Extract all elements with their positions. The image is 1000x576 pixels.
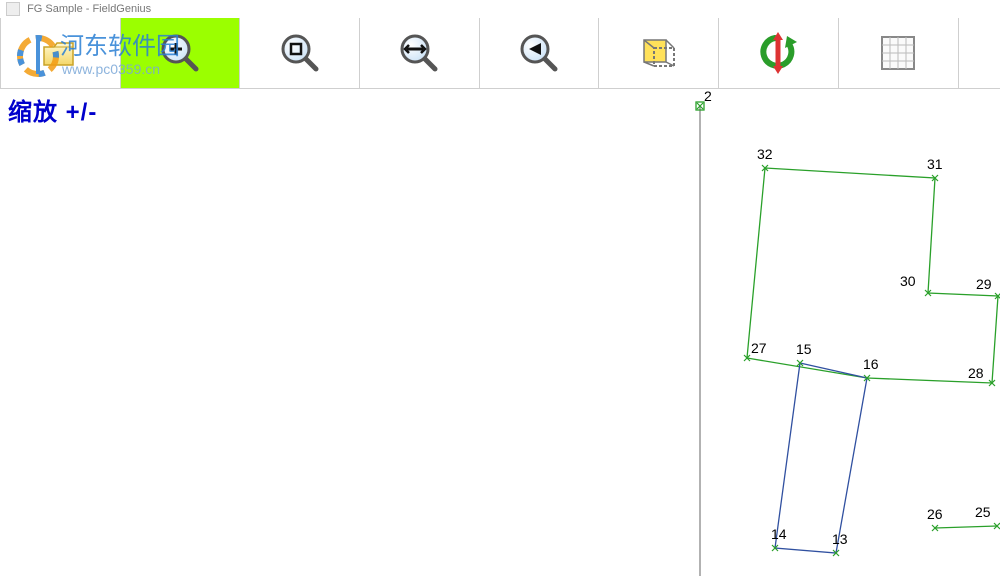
zoom-in-out-icon — [156, 29, 204, 77]
grid-icon — [878, 33, 918, 73]
rotate-icon — [755, 30, 801, 76]
zoom-extents-icon — [395, 29, 443, 77]
point-label: 31 — [927, 156, 943, 172]
point-label: 32 — [757, 146, 773, 162]
point-label: 29 — [976, 276, 992, 292]
open-button[interactable] — [0, 18, 120, 88]
pan-button[interactable] — [598, 18, 718, 88]
point-label: 28 — [968, 365, 984, 381]
point-label: 14 — [771, 526, 787, 542]
point-label: 16 — [863, 356, 879, 372]
zoom-extents-button[interactable] — [359, 18, 479, 88]
zoom-previous-icon — [515, 29, 563, 77]
rotate-button[interactable] — [718, 18, 838, 88]
toolbar — [0, 18, 1000, 89]
map-canvas[interactable]: 2 13 14 15 16 25 26 27 28 29 30 31 32 — [0, 88, 1000, 576]
point-label: 2 — [704, 88, 712, 104]
point-label: 27 — [751, 340, 767, 356]
grid-button[interactable] — [838, 18, 958, 88]
folder-open-icon — [38, 31, 82, 75]
app-icon — [6, 2, 20, 16]
zoom-in-out-button[interactable] — [120, 18, 240, 88]
drawing-svg — [0, 88, 1000, 576]
window-title: FG Sample - FieldGenius — [27, 3, 151, 15]
zoom-window-icon — [276, 29, 324, 77]
point-label: 15 — [796, 341, 812, 357]
title-bar: FG Sample - FieldGenius — [0, 0, 1000, 18]
point-label: 13 — [832, 531, 848, 547]
zoom-window-button[interactable] — [239, 18, 359, 88]
region-icon — [636, 30, 682, 76]
point-label: 30 — [900, 273, 916, 289]
zoom-previous-button[interactable] — [479, 18, 599, 88]
point-label: 25 — [975, 504, 991, 520]
more-button[interactable] — [958, 18, 1000, 88]
point-label: 26 — [927, 506, 943, 522]
